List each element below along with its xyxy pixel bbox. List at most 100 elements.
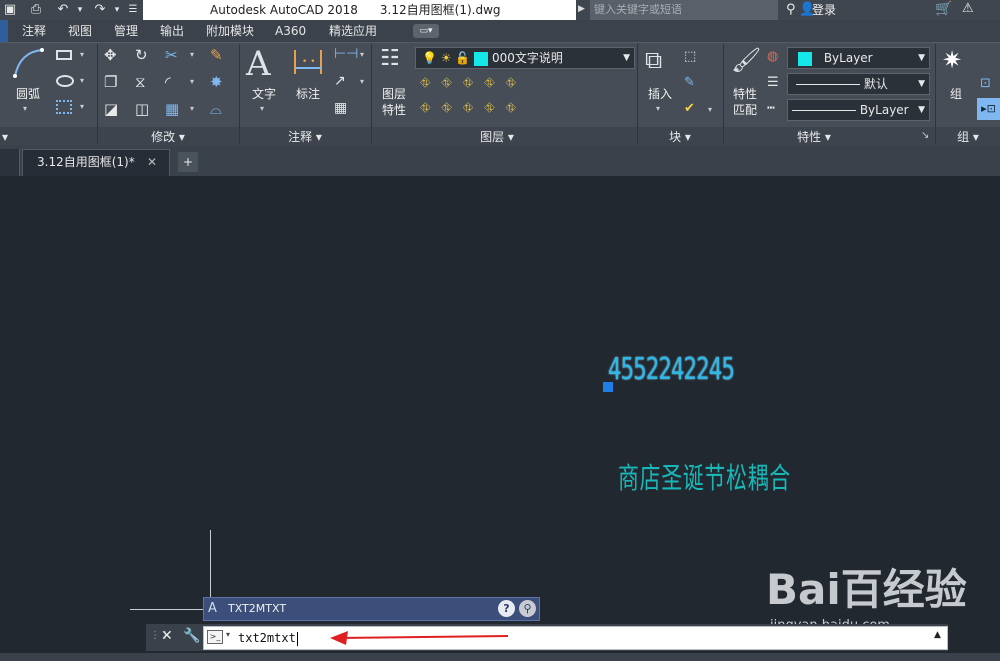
start-tab[interactable] [0,149,20,176]
text-button[interactable]: 文字 [246,86,282,102]
array-icon[interactable]: ▦ [165,100,179,118]
lineweight-dropdown[interactable]: ByLayer ▼ [787,99,930,121]
ungroup-icon[interactable]: ⊡ [980,76,991,91]
customize-wrench-icon[interactable]: 🔧 [183,628,200,644]
linear-dimension-icon[interactable]: ⊢⊣ [334,46,358,62]
arc-dropdown-icon[interactable]: ▾ [23,104,27,113]
hatch-icon[interactable] [56,100,72,114]
trim-icon[interactable]: ✂ [165,46,178,64]
menu-annotate[interactable]: 注释 [22,20,46,42]
copy-icon[interactable]: ❐ [104,73,117,91]
menu-addins[interactable]: 附加模块 [206,20,254,42]
recent-commands-dropdown-icon[interactable]: ▾ [226,630,230,639]
explode-icon[interactable]: ✸ [210,73,223,91]
move-icon[interactable]: ✥ [104,46,117,64]
arc-icon[interactable] [12,46,44,80]
linetype-dropdown[interactable]: 默认 ▼ [787,73,930,95]
fillet-icon[interactable]: ◜ [165,73,171,91]
group-button[interactable]: 组 [942,86,970,102]
ribbon-toggle-button[interactable]: ▭▾ [413,24,439,38]
text-icon[interactable]: A [246,44,271,84]
undo-icon[interactable]: ↶ [55,2,71,18]
trim-dropdown-icon[interactable]: ▾ [190,50,194,59]
layer-properties-icon[interactable]: ☷ [380,46,400,71]
search-input[interactable]: 键入关键字或短语 [590,0,778,20]
annotation-panel-title[interactable]: 注释 ▾ [240,128,370,146]
linear-dropdown-icon[interactable]: ▾ [360,50,364,59]
attributes-dropdown-icon[interactable]: ▾ [708,105,712,114]
text-grip-handle[interactable] [603,382,613,392]
mirror-icon[interactable]: ⧖ [135,73,146,91]
layers-panel-title[interactable]: 图层 ▾ [372,128,622,146]
cart-icon[interactable]: 🛒 [935,1,952,17]
rectangle-icon[interactable] [56,50,72,60]
edit-attributes-icon[interactable]: ✔ [684,101,695,116]
edit-block-icon[interactable]: ✎ [684,75,695,90]
create-block-icon[interactable]: ⬚ [684,49,696,64]
text-dropdown-icon[interactable]: ▾ [260,104,264,113]
insert-button[interactable]: 插入 [641,86,679,102]
command-input[interactable]: txt2mtxt [203,626,948,650]
undo-dropdown-icon[interactable]: ▾ [72,2,88,18]
rectangle-dropdown-icon[interactable]: ▾ [80,50,84,59]
erase-icon[interactable]: ✎ [210,46,223,64]
ellipse-icon[interactable] [56,75,74,87]
command-history-toggle-icon[interactable]: ▲ [934,630,941,640]
properties-launcher-icon[interactable]: ↘ [921,130,929,141]
layer-tools-row2[interactable]: ⛗⛗⛗⛗⛗ [420,101,527,116]
insert-dropdown-icon[interactable]: ▾ [656,104,660,113]
search-expand-icon[interactable]: ▶ [578,4,588,16]
array-dropdown-icon[interactable]: ▾ [190,104,194,113]
color-dropdown[interactable]: ByLayer ▼ [787,47,930,69]
offset-icon[interactable]: ⌓ [210,100,222,118]
lineweight-icon[interactable]: ☰ [767,75,779,90]
quick-access-menu-icon[interactable]: ☰ [125,2,141,18]
selected-text-number[interactable]: 4552242245 [608,352,735,387]
rotate-icon[interactable]: ↻ [135,46,148,64]
match-properties-button[interactable]: 特性 匹配 [726,86,764,118]
document-tab[interactable]: 3.12自用图框(1)* ✕ [22,149,170,176]
table-icon[interactable]: ▦ [334,100,347,116]
fillet-dropdown-icon[interactable]: ▾ [190,77,194,86]
help-icon[interactable]: ? [498,600,515,617]
menu-a360[interactable]: A360 [275,20,306,42]
leader-dropdown-icon[interactable]: ▾ [360,77,364,86]
block-panel-title[interactable]: 块 ▾ [638,128,722,146]
groups-panel-title[interactable]: 组 ▾ [936,128,1000,146]
close-tab-icon[interactable]: ✕ [147,150,157,175]
dimension-icon[interactable]: • • [292,48,324,78]
scale-icon[interactable]: ◫ [135,100,149,118]
insert-block-icon[interactable]: ⧉ [645,46,662,74]
search-help-icon[interactable]: ⚲ [519,600,536,617]
linetype-icon[interactable]: ┅ [767,101,775,116]
command-prompt-icon[interactable]: >_ [207,630,223,644]
color-wheel-icon[interactable]: ◍ [767,49,778,64]
properties-panel-title[interactable]: 特性 ▾ [724,128,904,146]
new-tab-button[interactable]: + [178,152,198,172]
ellipse-dropdown-icon[interactable]: ▾ [80,76,84,85]
chinese-text[interactable]: 商店圣诞节松耦合 [618,455,791,497]
modify-panel-title[interactable]: 修改 ▾ [98,128,238,146]
layer-dropdown[interactable]: 💡 ☀ 🔓 000文字说明 ▼ [415,47,635,69]
menu-view[interactable]: 视图 [68,20,92,42]
redo-icon[interactable]: ↷ [92,2,108,18]
layer-tools-row1[interactable]: ⛗⛗⛗⛗⛗ [420,76,527,91]
menu-manage[interactable]: 管理 [114,20,138,42]
redo-dropdown-icon[interactable]: ▾ [109,2,125,18]
group-select-toggle[interactable]: ▸⊡ [977,98,1000,120]
print-icon[interactable]: ⎙ [28,2,44,18]
match-properties-icon[interactable]: 🖌 [731,46,761,74]
stretch-icon[interactable]: ◪ [104,100,118,118]
arc-button[interactable]: 圆弧 [8,86,48,102]
menu-output[interactable]: 输出 [160,20,184,42]
new-file-icon[interactable]: ▣ [2,2,18,18]
layer-properties-button[interactable]: 图层 特性 [374,86,414,118]
leader-icon[interactable]: ↗ [334,73,346,89]
login-button[interactable]: 登录 [812,0,836,20]
close-command-icon[interactable]: ✕ [161,628,173,644]
draw-panel-title-arrow[interactable]: ▾ [0,128,10,146]
menu-featured-apps[interactable]: 精选应用 [329,20,377,42]
group-icon[interactable]: ✷ [942,46,962,74]
autodesk-a360-icon[interactable]: ⚠ [962,1,974,16]
dimension-button[interactable]: 标注 [290,86,326,102]
